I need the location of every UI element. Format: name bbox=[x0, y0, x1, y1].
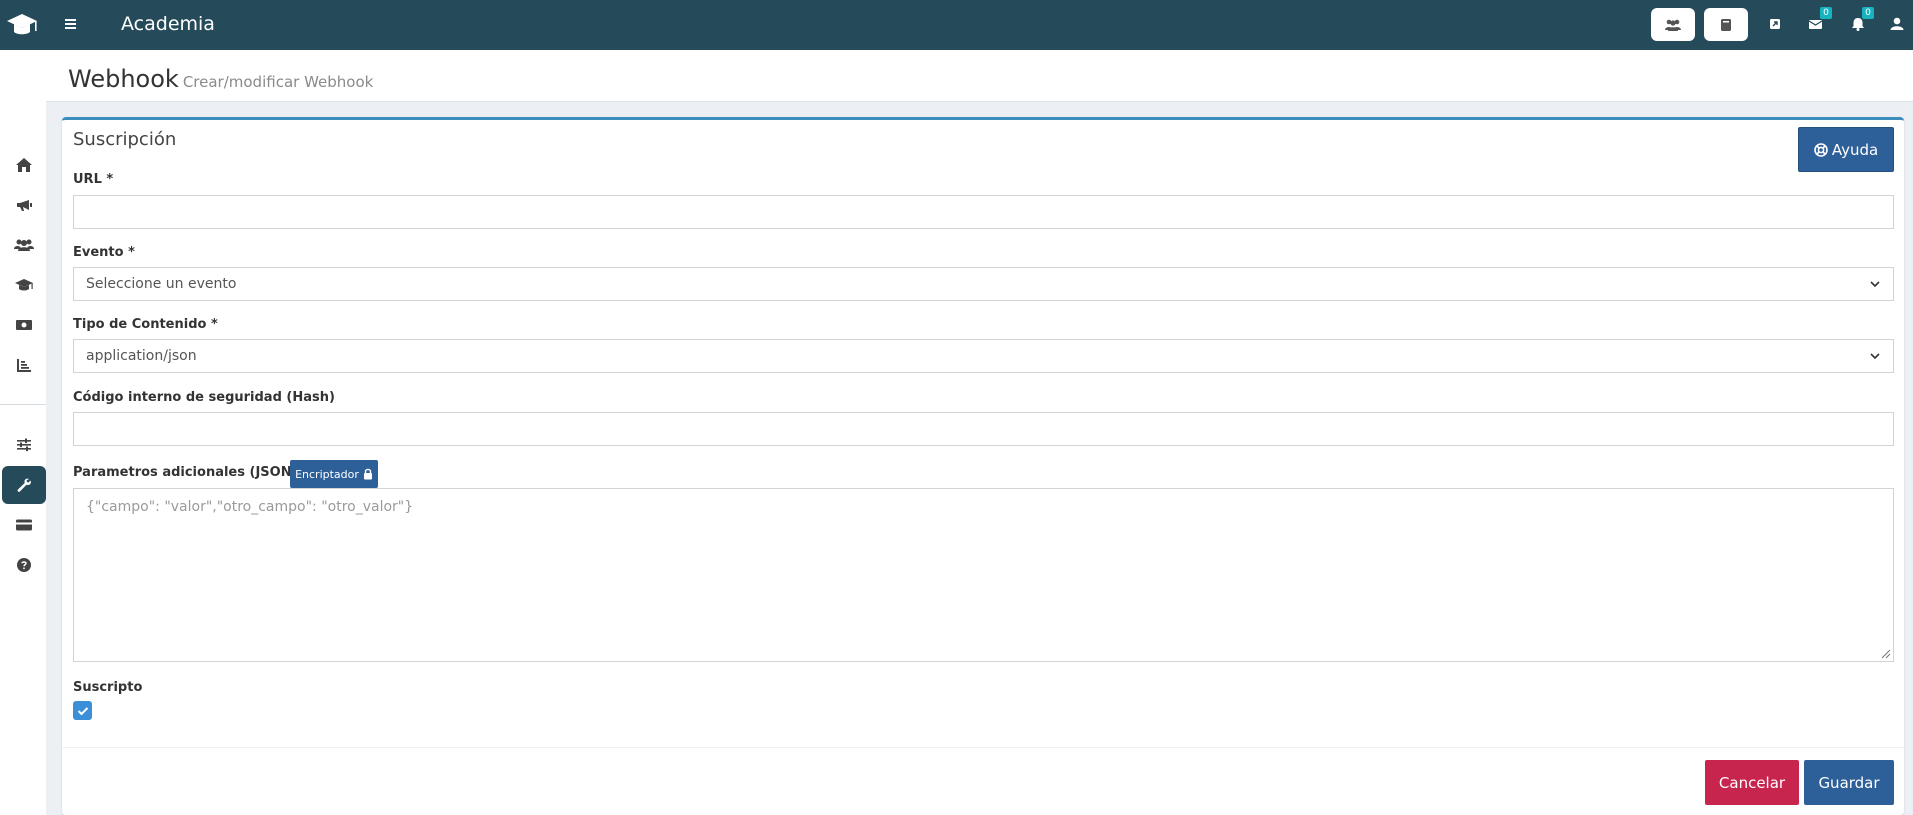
notification-count-badge: 0 bbox=[1862, 7, 1874, 19]
sidebar-item-home[interactable] bbox=[2, 146, 46, 184]
sidebar-divider bbox=[0, 404, 46, 405]
sliders-icon bbox=[16, 438, 32, 452]
page-title-text: Webhook bbox=[68, 65, 179, 93]
home-icon bbox=[15, 157, 33, 173]
sidebar-item-reports[interactable] bbox=[2, 346, 46, 384]
sidebar-item-billing[interactable] bbox=[2, 506, 46, 544]
chevron-down-icon bbox=[1869, 278, 1881, 290]
library-button[interactable] bbox=[1704, 8, 1748, 41]
hash-label: Código interno de seguridad (Hash) bbox=[73, 390, 335, 405]
encrypt-button-label: Encriptador bbox=[295, 467, 359, 481]
cancel-button[interactable]: Cancelar bbox=[1705, 760, 1799, 805]
graduation-cap-logo-icon[interactable] bbox=[5, 10, 39, 40]
book-icon bbox=[1720, 18, 1732, 32]
page-title: Webhook Crear/modificar Webhook bbox=[68, 65, 373, 93]
life-ring-icon bbox=[1814, 142, 1828, 157]
subscribed-checkbox[interactable] bbox=[73, 701, 92, 720]
menu-toggle-icon[interactable] bbox=[63, 15, 79, 33]
users-icon bbox=[14, 238, 34, 252]
sidebar bbox=[0, 50, 46, 815]
mail-count-badge: 0 bbox=[1820, 7, 1832, 19]
params-textarea[interactable] bbox=[73, 488, 1894, 662]
page-subtitle: Crear/modificar Webhook bbox=[182, 73, 374, 91]
group-icon bbox=[1664, 18, 1682, 32]
external-link-icon[interactable] bbox=[1765, 14, 1785, 34]
content-type-select[interactable]: application/json bbox=[73, 339, 1894, 373]
content-type-select-value: application/json bbox=[86, 348, 197, 364]
sidebar-item-announcements[interactable] bbox=[2, 186, 46, 224]
content-type-label: Tipo de Contenido * bbox=[73, 317, 218, 332]
subscription-card: Suscripción Ayuda URL * Evento * Selecci… bbox=[62, 117, 1904, 815]
hash-input[interactable] bbox=[73, 412, 1894, 446]
top-navbar: Academia 0 0 bbox=[0, 0, 1913, 50]
card-title: Suscripción bbox=[73, 129, 177, 150]
user-icon[interactable] bbox=[1887, 14, 1907, 34]
event-select-value: Seleccione un evento bbox=[86, 276, 237, 292]
save-button[interactable]: Guardar bbox=[1804, 760, 1894, 805]
graduation-cap-icon bbox=[14, 277, 34, 293]
app-title[interactable]: Academia bbox=[121, 13, 215, 35]
sidebar-item-users[interactable] bbox=[2, 226, 46, 264]
lock-icon bbox=[363, 468, 373, 480]
sidebar-item-tools[interactable] bbox=[2, 466, 46, 504]
event-label: Evento * bbox=[73, 245, 135, 260]
sidebar-item-courses[interactable] bbox=[2, 266, 46, 304]
notifications-button[interactable]: 0 bbox=[1848, 7, 1874, 34]
question-icon bbox=[16, 557, 32, 573]
bullhorn-icon bbox=[15, 197, 33, 213]
url-label: URL * bbox=[73, 172, 114, 187]
sidebar-item-payments[interactable] bbox=[2, 306, 46, 344]
help-button[interactable]: Ayuda bbox=[1798, 127, 1894, 172]
event-select[interactable]: Seleccione un evento bbox=[73, 267, 1894, 301]
mail-button[interactable]: 0 bbox=[1806, 7, 1832, 34]
card-footer-divider bbox=[62, 747, 1904, 748]
help-button-label: Ayuda bbox=[1831, 140, 1879, 159]
group-button[interactable] bbox=[1651, 8, 1695, 41]
content-header: Webhook Crear/modificar Webhook bbox=[46, 50, 1913, 102]
chevron-down-icon bbox=[1869, 350, 1881, 362]
wrench-icon bbox=[16, 477, 32, 493]
resize-handle-icon[interactable] bbox=[1880, 648, 1891, 659]
credit-card-icon bbox=[15, 518, 33, 532]
url-input[interactable] bbox=[73, 195, 1894, 229]
subscribed-label: Suscripto bbox=[73, 680, 143, 695]
money-icon bbox=[15, 318, 33, 332]
sidebar-item-help[interactable] bbox=[2, 546, 46, 584]
encrypt-button[interactable]: Encriptador bbox=[290, 460, 378, 488]
chart-icon bbox=[16, 357, 32, 373]
params-label: Parametros adicionales (JSON) bbox=[73, 465, 298, 480]
sidebar-item-settings[interactable] bbox=[2, 426, 46, 464]
check-icon bbox=[77, 706, 89, 716]
